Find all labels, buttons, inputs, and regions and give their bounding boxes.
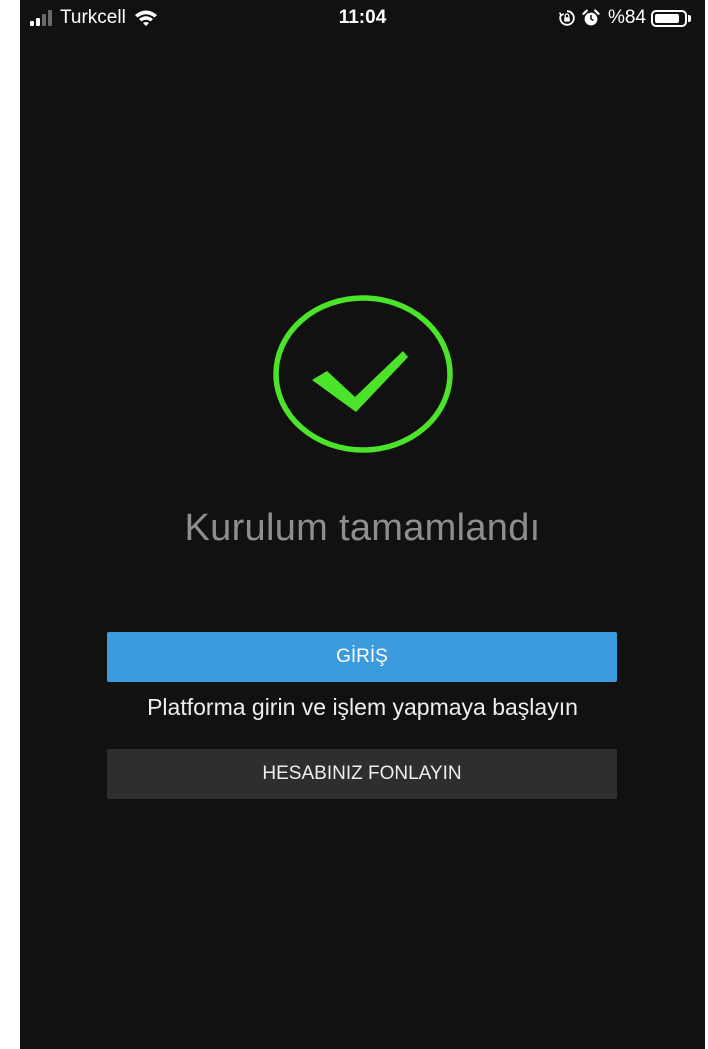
battery-icon — [651, 9, 687, 27]
battery-tip — [688, 14, 691, 22]
fund-account-button[interactable]: HESABINIZ FONLAYIN — [107, 749, 617, 799]
login-button[interactable]: GİRİŞ — [107, 632, 617, 682]
battery-level-fill — [655, 13, 679, 23]
alarm-icon — [582, 9, 600, 26]
orientation-lock-icon — [558, 10, 575, 26]
success-checkmark-icon — [272, 294, 454, 454]
status-bar-right: %84 — [552, 5, 691, 31]
page-title: Kurulum tamamlandı — [184, 507, 541, 549]
battery-percentage: %84 — [607, 7, 646, 28]
login-description: Platforma girin ve işlem yapmaya başlayı… — [147, 694, 578, 720]
status-bar: Turkcell 11:04 %84 — [20, 0, 705, 36]
app-screen: Turkcell 11:04 %84 Kurulum tamamlandı Gİ… — [20, 0, 705, 1049]
